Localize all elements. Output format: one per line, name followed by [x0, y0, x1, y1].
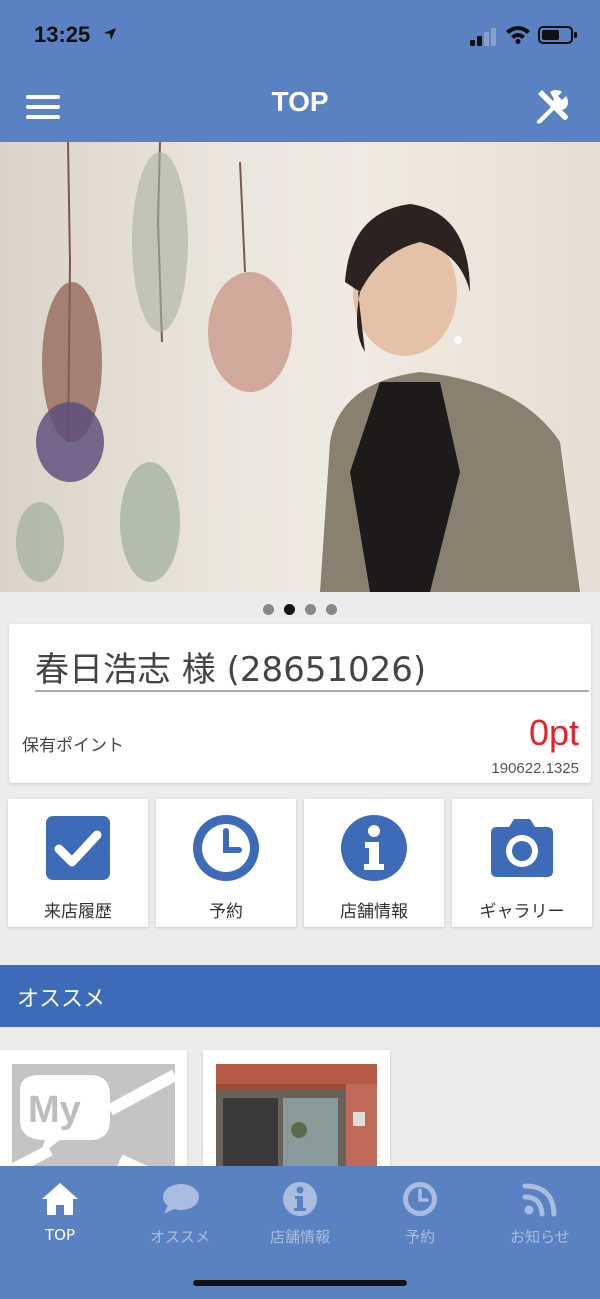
tab-reservation[interactable]: 予約: [360, 1180, 480, 1260]
clock-icon: [193, 815, 259, 881]
member-name: 春日浩志 様 (28651026): [35, 650, 427, 690]
svg-text:My: My: [28, 1089, 81, 1131]
carousel-page-indicator[interactable]: [0, 600, 600, 615]
tab-recommend[interactable]: オススメ: [120, 1180, 240, 1260]
member-card: 春日浩志 様 (28651026) 保有ポイント 0pt 190622.1325: [9, 624, 591, 783]
home-icon: [42, 1183, 78, 1215]
section-title: オススメ: [17, 987, 106, 1012]
home-indicator[interactable]: [193, 1280, 407, 1286]
points-label: 保有ポイント: [22, 736, 124, 756]
camera-icon: [491, 819, 553, 877]
tab-label: 店舗情報: [269, 1228, 330, 1246]
tab-store-info[interactable]: 店舗情報: [240, 1180, 360, 1260]
tab-label: TOP: [44, 1226, 75, 1244]
carousel-dot[interactable]: [263, 604, 274, 615]
clock-icon: [403, 1182, 437, 1216]
tile-label: 予約: [209, 902, 243, 922]
tab-label: 予約: [404, 1228, 435, 1246]
carousel-dot-active[interactable]: [284, 604, 295, 615]
tab-label: お知らせ: [510, 1228, 570, 1246]
hero-photo: [16, 142, 580, 592]
tile-label: 店舗情報: [340, 902, 408, 922]
signal-icon: [470, 28, 496, 46]
info-icon: [283, 1182, 317, 1216]
points-timestamp: 190622.1325: [491, 760, 579, 777]
carousel-dot[interactable]: [305, 604, 316, 615]
battery-icon: [538, 26, 577, 44]
tab-news[interactable]: お知らせ: [480, 1180, 600, 1260]
tab-top[interactable]: TOP: [0, 1180, 120, 1260]
page-title: TOP: [271, 86, 329, 117]
wifi-icon: [506, 26, 530, 44]
tools-icon[interactable]: [532, 86, 572, 126]
info-icon: [341, 815, 407, 881]
hero-slideshow-image[interactable]: [0, 142, 600, 592]
gallery-button[interactable]: ギャラリー: [452, 799, 592, 927]
reservation-button[interactable]: 予約: [156, 799, 296, 927]
rss-icon: [522, 1183, 557, 1217]
store-info-button[interactable]: 店舗情報: [304, 799, 444, 927]
status-time: 13:25: [34, 22, 91, 47]
recommend-section-header: オススメ: [0, 965, 600, 1027]
visit-history-button[interactable]: 来店履歴: [8, 799, 148, 927]
tile-label: 来店履歴: [44, 902, 112, 922]
chat-bubble-icon: [163, 1184, 199, 1214]
divider: [35, 690, 589, 692]
location-arrow-icon: [104, 28, 116, 40]
carousel-dot[interactable]: [326, 604, 337, 615]
points-value: 0pt: [528, 712, 579, 753]
tile-label: ギャラリー: [479, 902, 565, 922]
app-header: 13:25 TOP: [0, 0, 600, 142]
tab-label: オススメ: [149, 1228, 210, 1246]
checkbox-icon: [46, 816, 110, 880]
